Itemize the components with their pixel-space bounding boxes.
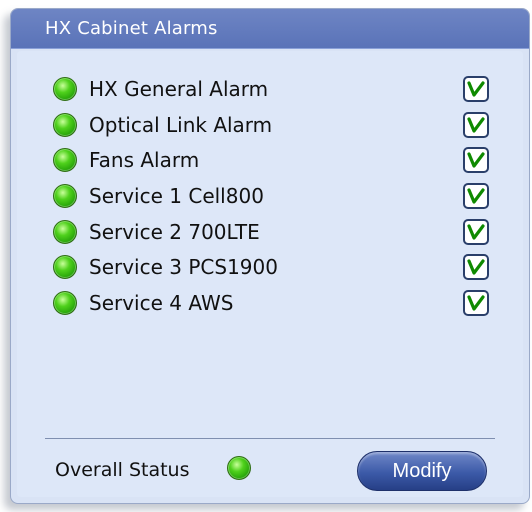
alarm-enabled-checkbox[interactable] (463, 254, 489, 281)
panel-content: HX General Alarm Optical Link Alarm Fans… (17, 51, 523, 497)
alarm-enabled-checkbox[interactable] (463, 218, 489, 245)
overall-status-label: Overall Status (55, 459, 190, 481)
alarm-label: Service 2 700LTE (89, 219, 260, 244)
alarm-enabled-checkbox[interactable] (463, 111, 489, 138)
panel-title: HX Cabinet Alarms (11, 9, 529, 49)
status-led-icon (53, 219, 77, 244)
status-led-icon (53, 148, 77, 173)
alarm-row-service-1: Service 1 Cell800 (17, 178, 523, 214)
alarm-label: Service 1 Cell800 (89, 183, 264, 208)
alarm-label: Service 4 AWS (89, 290, 234, 315)
alarm-row-service-2: Service 2 700LTE (17, 214, 523, 250)
alarm-enabled-checkbox[interactable] (463, 75, 489, 102)
status-led-icon (53, 290, 77, 315)
alarm-label: HX General Alarm (89, 76, 269, 101)
status-led-icon (53, 76, 77, 101)
status-led-icon (53, 112, 77, 137)
checkmark-icon (467, 295, 485, 311)
hx-cabinet-alarms-panel: HX Cabinet Alarms HX General Alarm Optic… (10, 8, 530, 504)
checkmark-icon (467, 116, 485, 133)
alarm-row-optical-link: Optical Link Alarm (17, 107, 523, 143)
checkmark-icon (467, 188, 485, 204)
status-led-icon (53, 255, 77, 280)
alarm-enabled-checkbox[interactable] (463, 182, 489, 209)
alarm-label: Service 3 PCS1900 (89, 255, 278, 280)
divider (45, 438, 495, 439)
alarm-row-fans: Fans Alarm (17, 142, 523, 178)
alarm-label: Fans Alarm (89, 148, 200, 173)
checkmark-icon (467, 81, 485, 97)
checkmark-icon (467, 223, 485, 240)
alarm-row-service-3: Service 3 PCS1900 (17, 249, 523, 285)
alarm-enabled-checkbox[interactable] (463, 147, 489, 174)
alarm-label: Optical Link Alarm (89, 112, 273, 137)
modify-button[interactable]: Modify (357, 451, 487, 491)
alarm-row-service-4: Service 4 AWS (17, 285, 523, 321)
alarm-row-hx-general: HX General Alarm (17, 71, 523, 107)
overall-status-led-icon (227, 456, 251, 480)
alarm-enabled-checkbox[interactable] (463, 289, 489, 316)
checkmark-icon (467, 152, 485, 168)
status-led-icon (53, 183, 77, 208)
alarm-list: HX General Alarm Optical Link Alarm Fans… (17, 71, 523, 321)
checkmark-icon (467, 259, 485, 275)
